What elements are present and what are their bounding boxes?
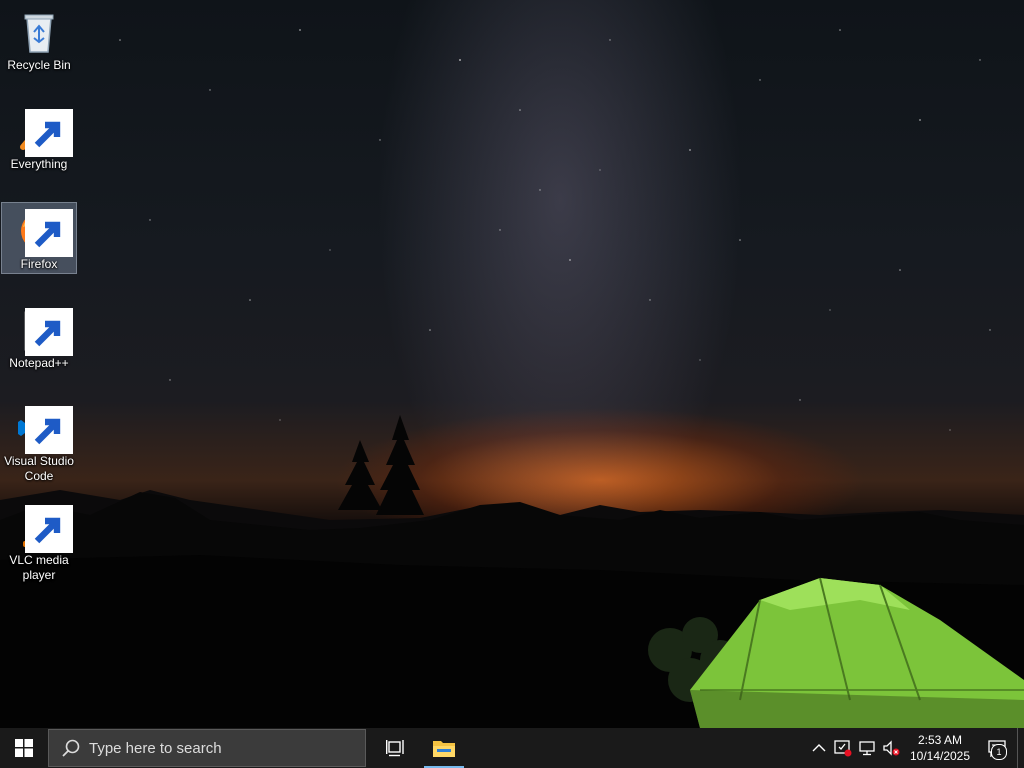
firefox-icon (15, 207, 73, 257)
taskbar: Type here to search 2:53 AM 10/14/2025 1 (0, 728, 1024, 768)
shortcut-arrow-icon (25, 406, 73, 454)
desktop-icon-label: Firefox (20, 257, 58, 271)
vlc-icon (15, 503, 73, 553)
desktop-icon-label: Recycle Bin (7, 58, 71, 72)
desktop[interactable]: Recycle Bin Everything Firefox Notepad++… (0, 0, 1024, 728)
chevron-up-icon (812, 744, 826, 752)
wallpaper (0, 29, 1024, 728)
recycle-bin-icon (15, 8, 63, 56)
system-tray: 2:53 AM 10/14/2025 1 (807, 728, 1024, 768)
desktop-icon-recycle-bin[interactable]: Recycle Bin (2, 4, 76, 77)
desktop-icon-label: Everything (10, 157, 68, 171)
clock-time: 2:53 AM (917, 733, 963, 747)
notification-count-badge: 1 (991, 744, 1007, 760)
desktop-icon-label: VLC media player (9, 553, 69, 582)
everything-search-icon (15, 107, 73, 157)
network-disconnected-icon (859, 741, 875, 756)
desktop-icon-vscode[interactable]: Visual Studio Code (2, 400, 76, 488)
shortcut-arrow-icon (25, 505, 73, 553)
shortcut-arrow-icon (25, 209, 73, 257)
desktop-icon-label: Notepad++ (9, 356, 69, 370)
volume-muted-icon (883, 740, 900, 756)
security-warning-icon (834, 740, 852, 757)
shortcut-arrow-icon (25, 109, 73, 157)
notepad-plus-plus-icon (15, 306, 73, 356)
desktop-icon-everything[interactable]: Everything (2, 103, 76, 176)
show-desktop-button[interactable] (1017, 728, 1024, 768)
file-explorer-icon (433, 741, 455, 757)
clock[interactable]: 2:53 AM 10/14/2025 (903, 732, 977, 764)
vscode-icon (15, 404, 73, 454)
desktop-icon-vlc[interactable]: VLC media player (2, 499, 76, 587)
file-explorer-taskbar-button[interactable] (420, 728, 468, 768)
clock-date: 10/14/2025 (909, 749, 971, 763)
task-view-icon (386, 740, 404, 757)
network-tray-button[interactable] (855, 728, 879, 768)
shortcut-arrow-icon (25, 308, 73, 356)
desktop-icon-notepad-plus-plus[interactable]: Notepad++ (2, 302, 76, 375)
windows-logo-icon (15, 739, 33, 757)
search-placeholder: Type here to search (89, 739, 222, 757)
taskbar-search-box[interactable]: Type here to search (48, 729, 366, 767)
search-icon (62, 739, 80, 757)
start-button[interactable] (0, 728, 48, 768)
action-center-button[interactable]: 1 (977, 728, 1017, 768)
show-hidden-icons-button[interactable] (807, 728, 831, 768)
desktop-icon-label: Visual Studio Code (4, 454, 74, 483)
task-view-button[interactable] (372, 728, 420, 768)
security-tray-button[interactable] (831, 728, 855, 768)
desktop-icon-firefox[interactable]: Firefox (1, 202, 77, 274)
volume-tray-button[interactable] (879, 728, 903, 768)
